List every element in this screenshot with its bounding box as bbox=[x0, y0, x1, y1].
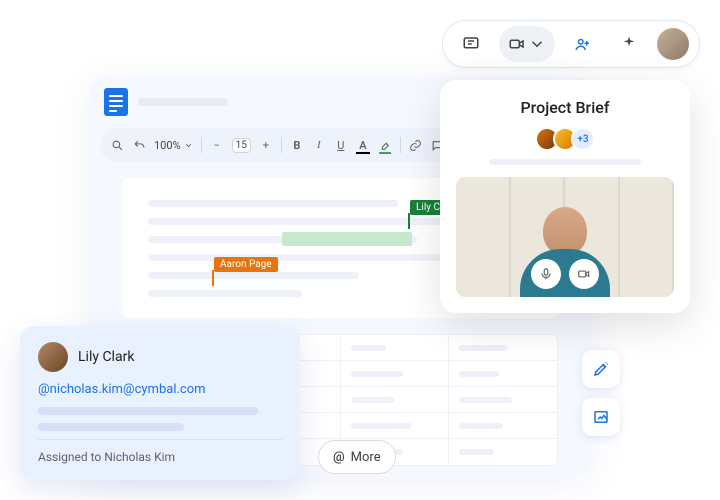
more-label: More bbox=[351, 450, 381, 465]
text-color-button[interactable]: A bbox=[356, 138, 370, 152]
docs-logo-icon bbox=[104, 88, 128, 116]
italic-button[interactable]: I bbox=[312, 138, 326, 152]
camera-button[interactable] bbox=[569, 259, 599, 289]
more-button[interactable]: @ More bbox=[318, 440, 396, 474]
collaborator-label-orange: Aaron Page bbox=[214, 257, 278, 272]
sparkle-icon[interactable] bbox=[611, 26, 647, 62]
minus-icon[interactable]: − bbox=[210, 138, 224, 152]
meet-panel: Project Brief +3 bbox=[440, 80, 690, 313]
edit-pencil-button[interactable] bbox=[582, 350, 620, 388]
undo-icon[interactable] bbox=[132, 138, 146, 152]
image-insert-button[interactable] bbox=[582, 398, 620, 436]
highlight-button[interactable] bbox=[378, 138, 392, 152]
collaborator-cursor-green bbox=[408, 213, 410, 229]
side-tools bbox=[582, 350, 620, 436]
video-feed[interactable] bbox=[456, 177, 674, 297]
bold-button[interactable]: B bbox=[290, 138, 304, 152]
selection-highlight bbox=[282, 232, 412, 246]
participant-more[interactable]: +3 bbox=[571, 127, 595, 151]
comment-assigned: Assigned to Nicholas Kim bbox=[38, 439, 282, 464]
mic-button[interactable] bbox=[531, 259, 561, 289]
people-icon[interactable] bbox=[565, 26, 601, 62]
at-icon: @ bbox=[333, 450, 345, 465]
commenter-avatar bbox=[38, 342, 68, 372]
chat-icon[interactable] bbox=[453, 26, 489, 62]
search-icon[interactable] bbox=[110, 138, 124, 152]
underline-button[interactable]: U bbox=[334, 138, 348, 152]
font-size-input[interactable]: 15 bbox=[232, 138, 251, 153]
meet-title: Project Brief bbox=[456, 98, 674, 117]
camera-dropdown[interactable] bbox=[499, 26, 555, 62]
doc-title-placeholder bbox=[138, 98, 228, 106]
commenter-name: Lily Clark bbox=[78, 349, 134, 365]
participant-avatars: +3 bbox=[456, 127, 674, 151]
collaborator-cursor-orange bbox=[212, 270, 214, 286]
link-icon[interactable] bbox=[409, 138, 423, 152]
zoom-select[interactable]: 100% bbox=[154, 139, 193, 152]
user-avatar[interactable] bbox=[657, 28, 689, 60]
app-topbar bbox=[442, 20, 700, 68]
meet-subtitle-placeholder bbox=[489, 159, 642, 165]
plus-icon[interactable]: + bbox=[259, 138, 273, 152]
comment-mention[interactable]: @nicholas.kim@cymbal.com bbox=[38, 382, 282, 397]
comment-card[interactable]: Lily Clark @nicholas.kim@cymbal.com Assi… bbox=[20, 326, 300, 480]
